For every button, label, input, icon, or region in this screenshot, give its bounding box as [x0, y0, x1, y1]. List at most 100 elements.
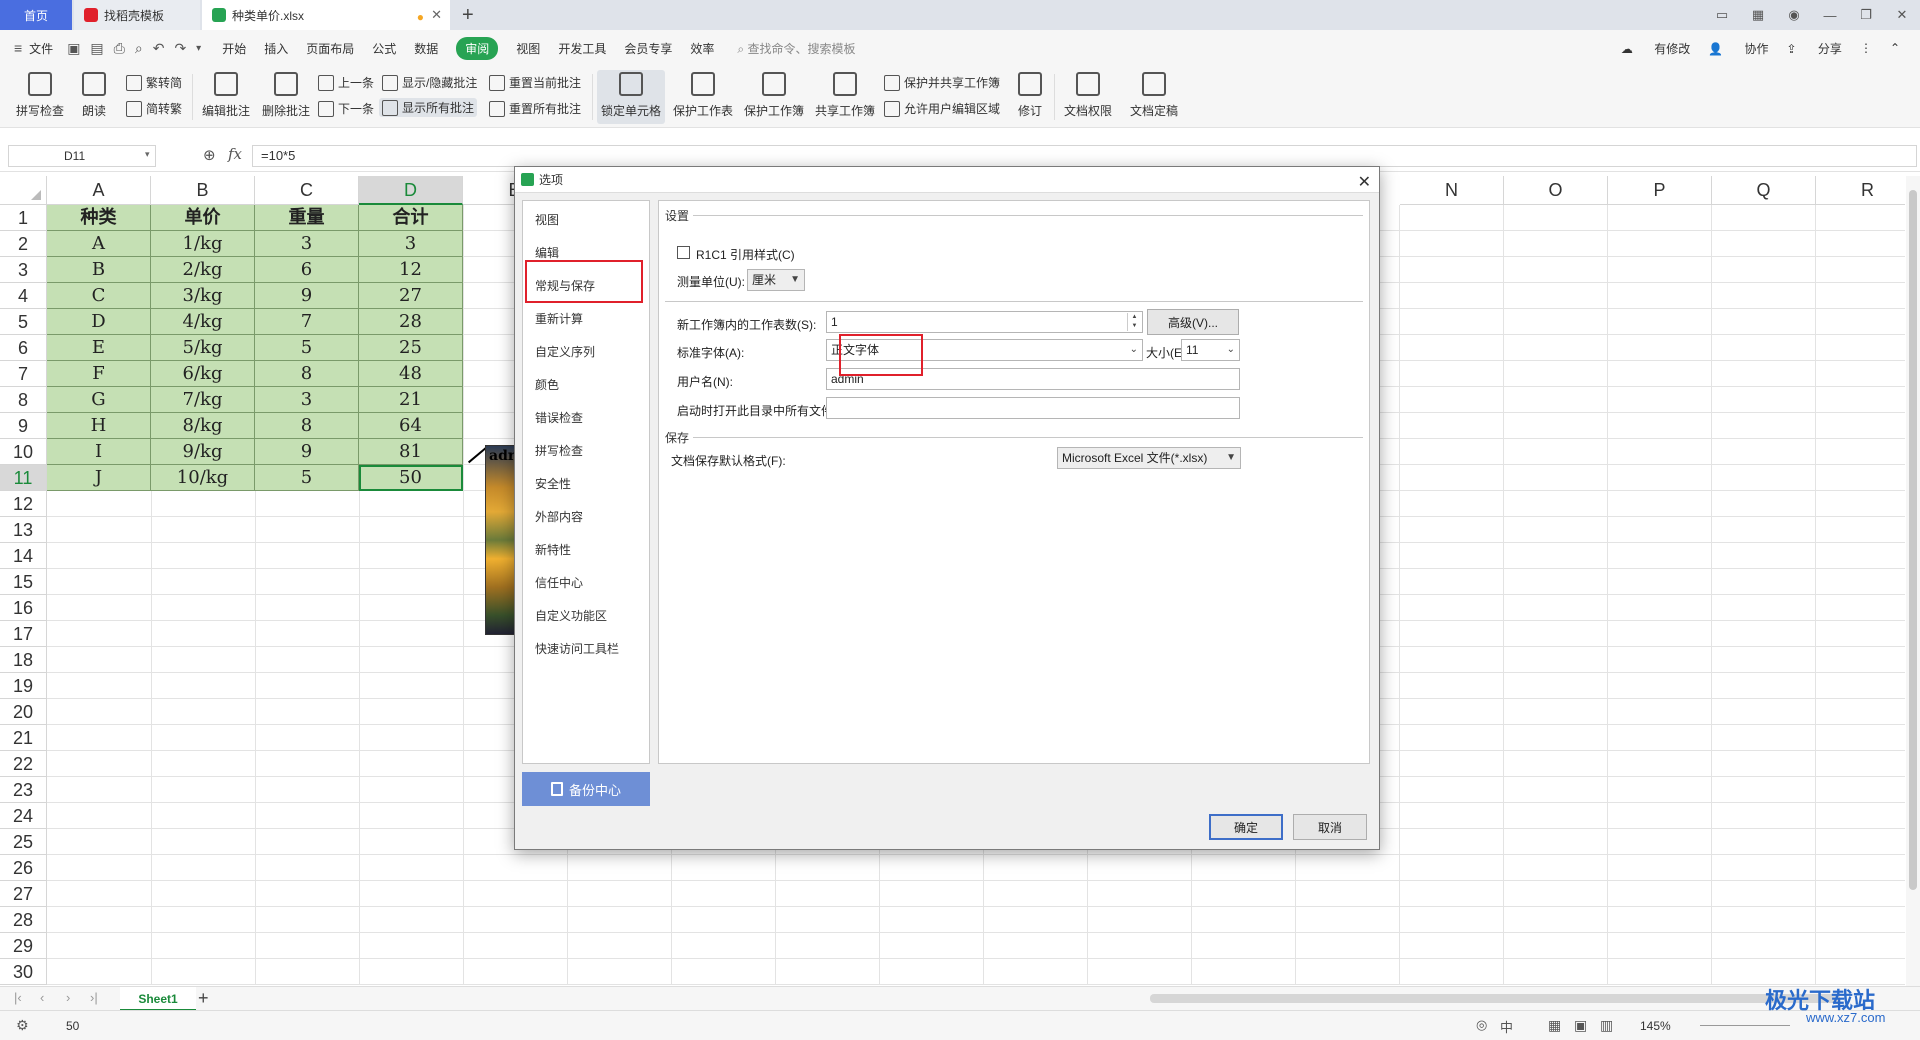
- table-cell[interactable]: 48: [359, 361, 463, 387]
- row-header[interactable]: 24: [0, 803, 47, 829]
- row-header[interactable]: 28: [0, 907, 47, 933]
- options-nav-item[interactable]: 拼写检查: [535, 442, 583, 459]
- table-header-cell[interactable]: 种类: [47, 205, 151, 231]
- menu-review[interactable]: 审阅: [456, 36, 499, 60]
- table-cell[interactable]: D: [47, 309, 151, 335]
- share-button[interactable]: ⇪ 分享: [1787, 40, 1842, 57]
- table-cell[interactable]: 6/kg: [151, 361, 255, 387]
- column-header[interactable]: C: [255, 176, 359, 205]
- options-nav-item[interactable]: 重新计算: [535, 310, 583, 327]
- table-cell[interactable]: 8/kg: [151, 413, 255, 439]
- zoom-formula-icon[interactable]: ⊕: [203, 146, 216, 164]
- page-break-view-icon[interactable]: ▥: [1600, 1017, 1613, 1034]
- has-changes-button[interactable]: ☁ 有修改: [1621, 40, 1690, 57]
- table-cell[interactable]: I: [47, 439, 151, 465]
- row-header[interactable]: 9: [0, 413, 47, 439]
- menu-developer[interactable]: 开发工具: [558, 40, 606, 57]
- vertical-scroll-thumb[interactable]: [1909, 190, 1917, 890]
- protect-sheet-button[interactable]: 保护工作表: [669, 70, 737, 124]
- table-cell[interactable]: 9: [255, 439, 359, 465]
- reset-all-comments-button[interactable]: 重置所有批注: [489, 100, 581, 117]
- minimize-icon[interactable]: —: [1812, 8, 1848, 23]
- protect-workbook-button[interactable]: 保护工作簿: [740, 70, 808, 124]
- table-cell[interactable]: F: [47, 361, 151, 387]
- table-cell[interactable]: 5: [255, 335, 359, 361]
- column-header[interactable]: N: [1400, 176, 1504, 205]
- table-header-cell[interactable]: 重量: [255, 205, 359, 231]
- options-nav-item[interactable]: 自定义序列: [535, 343, 595, 360]
- doc-finalize-button[interactable]: 文档定稿: [1122, 70, 1186, 124]
- save-format-select[interactable]: Microsoft Excel 文件(*.xlsx) ▼: [1057, 447, 1241, 469]
- row-header[interactable]: 16: [0, 595, 47, 621]
- row-header[interactable]: 12: [0, 491, 47, 517]
- table-cell[interactable]: 3: [255, 387, 359, 413]
- backup-center-button[interactable]: 备份中心: [522, 772, 650, 806]
- options-nav-item[interactable]: 快速访问工具栏: [535, 640, 619, 657]
- table-cell[interactable]: 9: [255, 283, 359, 309]
- vertical-scrollbar[interactable]: [1906, 176, 1920, 986]
- apps-grid-icon[interactable]: ▦: [1740, 7, 1776, 23]
- table-cell[interactable]: 3: [255, 231, 359, 257]
- tab-template[interactable]: 找稻壳模板: [74, 0, 200, 30]
- stepper-arrows-icon[interactable]: ▲ ▼: [1127, 313, 1141, 331]
- table-cell[interactable]: A: [47, 231, 151, 257]
- options-nav-item[interactable]: 错误检查: [535, 409, 583, 426]
- size-select[interactable]: 11 ⌄: [1181, 339, 1240, 361]
- table-header-cell[interactable]: 合计: [359, 205, 463, 231]
- row-header[interactable]: 7: [0, 361, 47, 387]
- table-cell[interactable]: 2/kg: [151, 257, 255, 283]
- table-header-cell[interactable]: 单价: [151, 205, 255, 231]
- table-cell[interactable]: 64: [359, 413, 463, 439]
- menu-page-layout[interactable]: 页面布局: [306, 40, 354, 57]
- table-cell[interactable]: 28: [359, 309, 463, 335]
- options-nav-item[interactable]: 新特性: [535, 541, 571, 558]
- menu-file[interactable]: 文件: [29, 40, 53, 57]
- show-all-comments-button[interactable]: 显示所有批注: [379, 98, 478, 117]
- normal-view-icon[interactable]: ▦: [1548, 1017, 1561, 1034]
- menu-insert[interactable]: 插入: [264, 40, 288, 57]
- column-header[interactable]: D: [359, 176, 463, 205]
- row-header[interactable]: 3: [0, 257, 47, 283]
- row-header[interactable]: 20: [0, 699, 47, 725]
- command-search[interactable]: ⌕ 查找命令、搜索模板: [737, 40, 855, 57]
- row-header[interactable]: 22: [0, 751, 47, 777]
- horizontal-scrollbar[interactable]: [1150, 994, 1840, 1003]
- options-nav-item[interactable]: 颜色: [535, 376, 559, 393]
- table-cell[interactable]: 7/kg: [151, 387, 255, 413]
- options-nav-item[interactable]: 外部内容: [535, 508, 583, 525]
- row-header[interactable]: 19: [0, 673, 47, 699]
- table-cell[interactable]: H: [47, 413, 151, 439]
- last-sheet-icon[interactable]: ›|: [90, 990, 98, 1005]
- quick-access-dropdown-icon[interactable]: ▾: [196, 43, 201, 54]
- share-workbook-button[interactable]: 共享工作簿: [811, 70, 879, 124]
- table-cell[interactable]: 5/kg: [151, 335, 255, 361]
- formula-input[interactable]: =10*5: [252, 145, 1917, 167]
- table-cell[interactable]: 25: [359, 335, 463, 361]
- row-header[interactable]: 1: [0, 205, 47, 231]
- menu-efficiency[interactable]: 效率: [690, 40, 714, 57]
- options-nav-item[interactable]: 自定义功能区: [535, 607, 607, 624]
- table-cell[interactable]: 5: [255, 465, 359, 491]
- tab-home[interactable]: 首页: [0, 0, 72, 30]
- doc-permission-button[interactable]: 文档权限: [1058, 70, 1118, 124]
- row-header[interactable]: 6: [0, 335, 47, 361]
- column-header[interactable]: P: [1608, 176, 1712, 205]
- close-icon[interactable]: ✕: [1358, 170, 1371, 196]
- table-cell[interactable]: 8: [255, 413, 359, 439]
- cancel-button[interactable]: 取消: [1293, 814, 1367, 840]
- avatar[interactable]: ◉: [1776, 7, 1812, 23]
- cell-comment-image[interactable]: adr: [485, 445, 515, 635]
- revise-button[interactable]: 修订: [1000, 70, 1060, 124]
- page-layout-view-icon[interactable]: ▣: [1574, 1017, 1587, 1034]
- row-header[interactable]: 25: [0, 829, 47, 855]
- delete-comment-button[interactable]: 删除批注: [256, 70, 316, 124]
- show-hide-comment-button[interactable]: 显示/隐藏批注: [382, 74, 477, 91]
- row-header[interactable]: 27: [0, 881, 47, 907]
- sheet-tab[interactable]: Sheet1: [120, 987, 196, 1011]
- table-cell[interactable]: 7: [255, 309, 359, 335]
- table-cell[interactable]: 3: [359, 231, 463, 257]
- save-icon[interactable]: ▣: [67, 40, 80, 57]
- row-header[interactable]: 8: [0, 387, 47, 413]
- row-header[interactable]: 2: [0, 231, 47, 257]
- select-all-corner[interactable]: [0, 176, 47, 205]
